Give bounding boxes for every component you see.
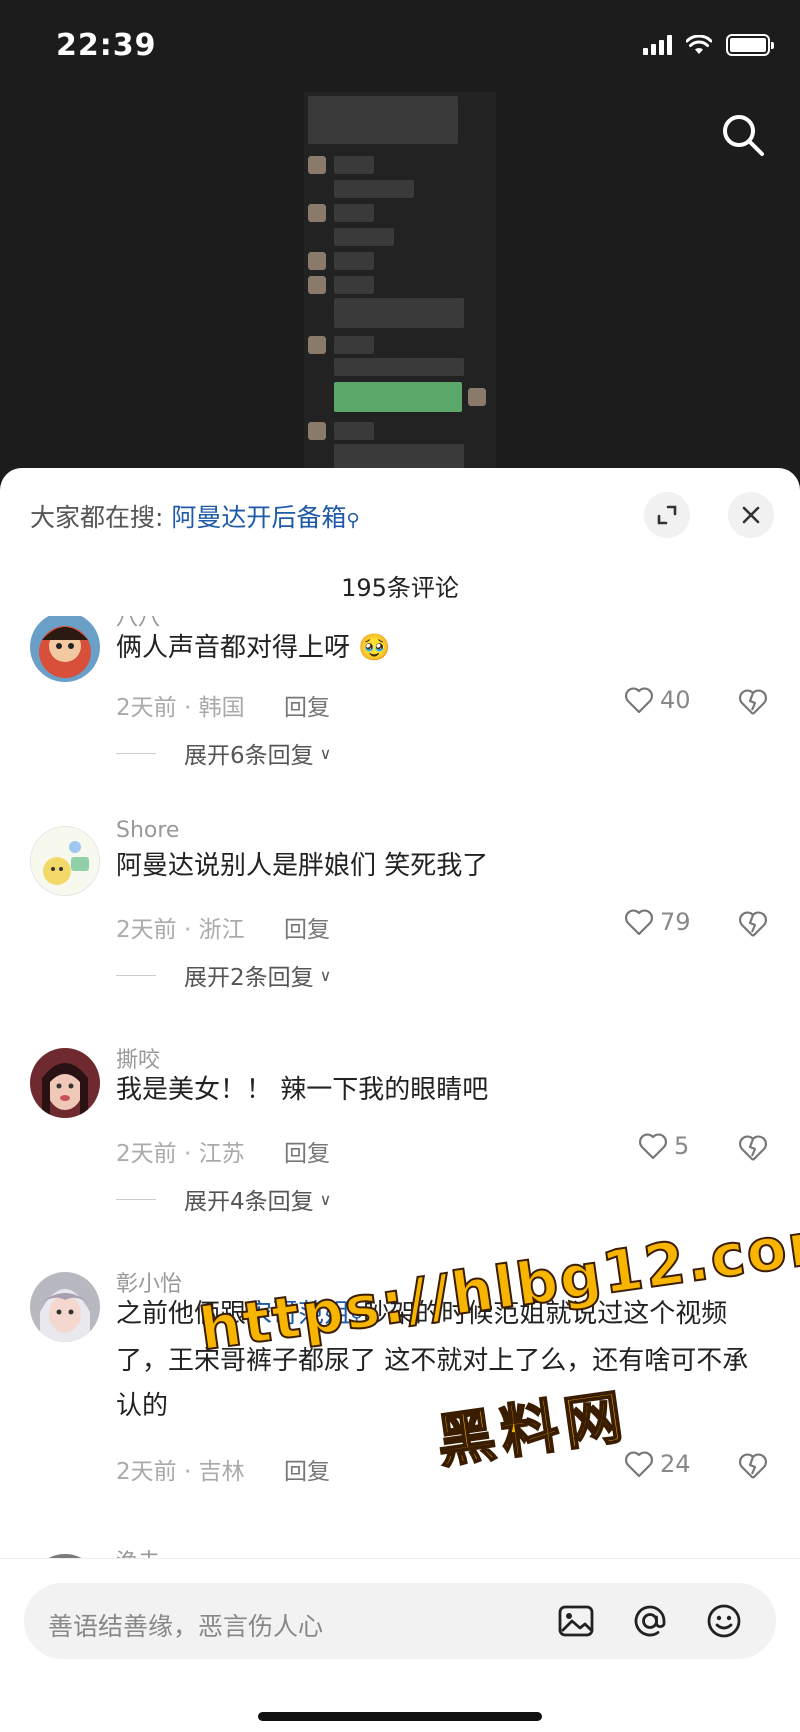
close-button[interactable] (728, 492, 774, 538)
expand-sheet-button[interactable] (644, 492, 690, 538)
status-time: 22:39 (56, 28, 157, 63)
like-count: 40 (660, 686, 691, 714)
like-count: 79 (660, 908, 691, 936)
at-mention-icon[interactable] (628, 1599, 672, 1643)
reply-button[interactable]: 回复 (284, 1452, 330, 1486)
like-count: 5 (674, 1132, 690, 1160)
divider (116, 752, 156, 754)
expand-replies-label: 展开4条回复 (184, 1189, 314, 1215)
chevron-down-icon: ∨ (319, 1189, 332, 1209)
emoji-icon[interactable] (702, 1599, 746, 1643)
comment-sheet: 大家都在搜: 阿曼达开后备箱⚲ 195条评论 八八 俩人声音都对得上呀 🥹 2天… (0, 468, 800, 1732)
broken-heart-icon[interactable] (738, 1452, 768, 1480)
comment-list[interactable]: 八八 俩人声音都对得上呀 🥹 2天前 · 韩国 回复 40 展开6条回复 ∨ S… (0, 616, 800, 1616)
battery-icon (726, 34, 774, 56)
comment-input-placeholder: 善语结善缘，恶言伤人心 (48, 1612, 324, 1641)
close-icon (742, 506, 760, 524)
like-button[interactable]: 79 (624, 908, 691, 936)
heart-icon (639, 1133, 667, 1160)
like-button[interactable]: 40 (624, 686, 691, 714)
comment-text: 俩人声音都对得上呀 🥹 (116, 626, 766, 671)
comment-text-content: 俩人声音都对得上呀 (116, 633, 351, 663)
crying-emoji-icon: 🥹 (358, 633, 391, 663)
expand-icon (657, 505, 677, 525)
comment-input[interactable]: 善语结善缘，恶言伤人心 (24, 1583, 776, 1659)
like-button[interactable]: 5 (638, 1132, 689, 1160)
comment-username[interactable]: Shore (116, 818, 179, 843)
comment-meta: 2天前 · 吉林 (116, 1459, 245, 1485)
comment-meta: 2天前 · 韩国 (116, 695, 245, 721)
avatar[interactable] (30, 1272, 100, 1342)
expand-replies-label: 展开6条回复 (184, 743, 314, 769)
heart-icon (625, 687, 653, 714)
comment-count-title: 195条评论 (341, 574, 459, 602)
status-icons (643, 34, 774, 56)
comment-meta: 2天前 · 江苏 (116, 1141, 245, 1167)
reply-button[interactable]: 回复 (284, 1134, 330, 1168)
comment-text: 之前他俩跟宋哥范姐⚲吵架的时候范姐就说过这个视频了，王宋哥裤子都尿了 这不就对上… (116, 1292, 766, 1429)
heart-icon (625, 909, 653, 936)
hot-search-magnifier-icon: ⚲ (346, 510, 360, 531)
comment-text: 阿曼达说别人是胖娘们 笑死我了 (116, 851, 489, 881)
wifi-icon (686, 35, 712, 54)
comment-text: 我是美女！！ 辣一下我的眼睛吧 (116, 1075, 489, 1105)
chat-screenshot-video-frame (304, 92, 496, 482)
search-icon[interactable] (718, 110, 768, 160)
expand-replies-button[interactable]: 展开2条回复 ∨ (116, 958, 331, 992)
expand-replies-label: 展开2条回复 (184, 965, 314, 991)
comment-meta: 2天前 · 浙江 (116, 917, 245, 943)
like-button[interactable]: 24 (624, 1450, 691, 1478)
image-icon[interactable] (554, 1599, 598, 1643)
divider (116, 974, 156, 976)
mention-link[interactable]: 宋哥范姐 (246, 1299, 350, 1329)
hot-search-keyword[interactable]: 阿曼达开后备箱 (171, 503, 346, 532)
avatar[interactable] (30, 616, 100, 682)
avatar[interactable] (30, 1048, 100, 1118)
cellular-signal-icon (643, 35, 672, 55)
avatar[interactable] (30, 826, 100, 896)
expand-replies-button[interactable]: 展开6条回复 ∨ (116, 736, 331, 770)
divider (116, 1198, 156, 1200)
hot-search-bar[interactable]: 大家都在搜: 阿曼达开后备箱⚲ (30, 498, 360, 534)
reply-button[interactable]: 回复 (284, 910, 330, 944)
comment-text-start: 之前他俩跟 (116, 1299, 247, 1329)
mention-search-icon: ⚲ (350, 1306, 364, 1327)
broken-heart-icon[interactable] (738, 688, 768, 716)
reply-button[interactable]: 回复 (284, 688, 330, 722)
heart-icon (625, 1451, 653, 1478)
like-count: 24 (660, 1450, 691, 1478)
comment-input-bar: 善语结善缘，恶言伤人心 (0, 1558, 800, 1732)
video-player[interactable]: 22:39 (0, 0, 800, 482)
expand-replies-button[interactable]: 展开4条回复 ∨ (116, 1182, 331, 1216)
chevron-down-icon: ∨ (319, 965, 332, 985)
chevron-down-icon: ∨ (319, 743, 332, 763)
broken-heart-icon[interactable] (738, 910, 768, 938)
broken-heart-icon[interactable] (738, 1134, 768, 1162)
hot-search-label: 大家都在搜: (30, 503, 164, 532)
home-indicator (258, 1712, 542, 1721)
